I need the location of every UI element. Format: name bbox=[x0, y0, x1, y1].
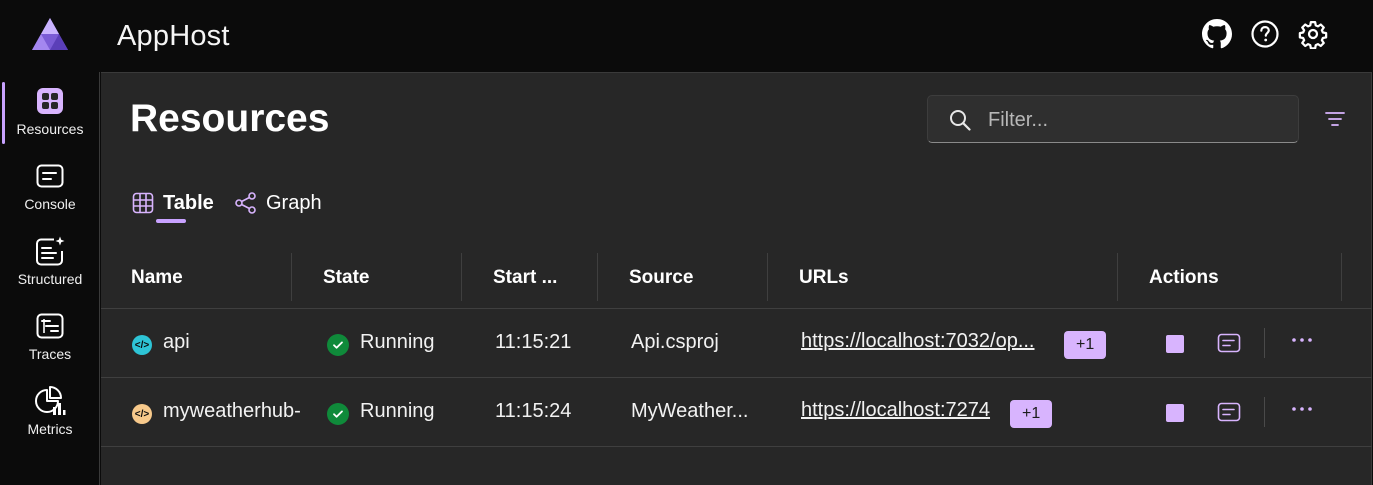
column-header-source[interactable]: Source bbox=[629, 267, 693, 289]
project-icon: </> bbox=[132, 404, 152, 424]
column-divider[interactable] bbox=[597, 253, 598, 301]
tab-label: Graph bbox=[266, 191, 322, 214]
column-header-urls[interactable]: URLs bbox=[799, 267, 849, 289]
resource-name[interactable]: api bbox=[163, 331, 190, 354]
resources-table: Name State Start ... Source URLs Actions… bbox=[101, 251, 1372, 447]
column-header-state[interactable]: State bbox=[323, 267, 369, 289]
actions-divider bbox=[1264, 397, 1265, 427]
sidebar-item-metrics[interactable]: Metrics bbox=[0, 377, 100, 449]
sidebar-item-resources[interactable]: Resources bbox=[0, 77, 100, 149]
header-actions bbox=[1201, 18, 1329, 50]
tab-table[interactable]: Table bbox=[131, 185, 214, 221]
metrics-icon bbox=[34, 385, 66, 417]
help-icon[interactable] bbox=[1249, 18, 1281, 50]
traces-icon bbox=[34, 310, 66, 342]
sidebar-item-label: Traces bbox=[28, 346, 72, 362]
sidebar-item-label: Structured bbox=[17, 271, 83, 287]
resource-state: Running bbox=[360, 331, 435, 353]
console-logs-icon[interactable] bbox=[1217, 333, 1241, 358]
sidebar-item-label: Metrics bbox=[27, 421, 73, 437]
filter-field[interactable] bbox=[927, 95, 1299, 143]
aspire-logo-icon[interactable] bbox=[30, 16, 70, 52]
table-row[interactable]: </> api Running 11:15:21 Api.csproj http… bbox=[101, 309, 1372, 378]
top-bar: AppHost bbox=[0, 0, 1373, 72]
table-icon bbox=[131, 191, 155, 215]
resource-name[interactable]: myweatherhub- bbox=[163, 400, 301, 423]
console-icon bbox=[34, 160, 66, 192]
resource-url-link[interactable]: https://localhost:7274 bbox=[801, 399, 990, 422]
more-urls-badge[interactable]: +1 bbox=[1064, 331, 1107, 359]
main-content: Resources Table Graph Name State bbox=[101, 72, 1372, 485]
console-logs-icon[interactable] bbox=[1217, 402, 1241, 427]
graph-icon bbox=[234, 191, 258, 215]
resource-url-link[interactable]: https://localhost:7032/op... bbox=[801, 330, 1035, 353]
tab-label: Table bbox=[163, 191, 214, 214]
column-header-name[interactable]: Name bbox=[131, 267, 183, 289]
running-check-icon bbox=[327, 403, 349, 425]
active-tab-indicator bbox=[156, 219, 186, 223]
column-header-start[interactable]: Start ... bbox=[493, 267, 557, 289]
filter-options-icon[interactable] bbox=[1323, 107, 1347, 131]
github-icon[interactable] bbox=[1201, 18, 1233, 50]
column-divider[interactable] bbox=[291, 253, 292, 301]
column-divider[interactable] bbox=[461, 253, 462, 301]
column-divider[interactable] bbox=[767, 253, 768, 301]
stop-icon[interactable] bbox=[1166, 404, 1184, 422]
resource-source: MyWeather... bbox=[631, 400, 749, 422]
page-title: Resources bbox=[130, 97, 330, 140]
more-urls-badge[interactable]: +1 bbox=[1010, 400, 1053, 428]
table-row[interactable]: </> myweatherhub- Running 11:15:24 MyWea… bbox=[101, 378, 1372, 447]
column-divider[interactable] bbox=[1341, 253, 1342, 301]
column-header-actions: Actions bbox=[1149, 267, 1219, 288]
table-header: Name State Start ... Source URLs Actions bbox=[101, 251, 1372, 309]
app-title: AppHost bbox=[117, 20, 230, 52]
sidebar-item-traces[interactable]: Traces bbox=[0, 302, 100, 374]
resource-state: Running bbox=[360, 400, 435, 422]
sidebar-item-structured[interactable]: Structured bbox=[0, 227, 100, 299]
running-check-icon bbox=[327, 334, 349, 356]
more-actions-icon[interactable] bbox=[1291, 400, 1313, 418]
filter-input[interactable] bbox=[988, 106, 1278, 134]
resource-start-time: 11:15:24 bbox=[495, 400, 572, 422]
resource-source: Api.csproj bbox=[631, 331, 719, 353]
more-actions-icon[interactable] bbox=[1291, 331, 1313, 349]
actions-divider bbox=[1264, 328, 1265, 358]
tab-graph[interactable]: Graph bbox=[234, 185, 322, 221]
resources-icon bbox=[34, 85, 66, 117]
resource-start-time: 11:15:21 bbox=[495, 331, 572, 353]
sidebar-item-label: Console bbox=[24, 196, 76, 212]
sidebar-item-console[interactable]: Console bbox=[0, 152, 100, 224]
structured-icon bbox=[34, 235, 66, 267]
search-icon bbox=[948, 108, 972, 137]
sidebar-nav: Resources Console Structured Traces Metr… bbox=[0, 72, 100, 485]
column-divider[interactable] bbox=[1117, 253, 1118, 301]
sidebar-item-label: Resources bbox=[16, 121, 84, 137]
project-icon: </> bbox=[132, 335, 152, 355]
settings-icon[interactable] bbox=[1297, 18, 1329, 50]
stop-icon[interactable] bbox=[1166, 335, 1184, 353]
